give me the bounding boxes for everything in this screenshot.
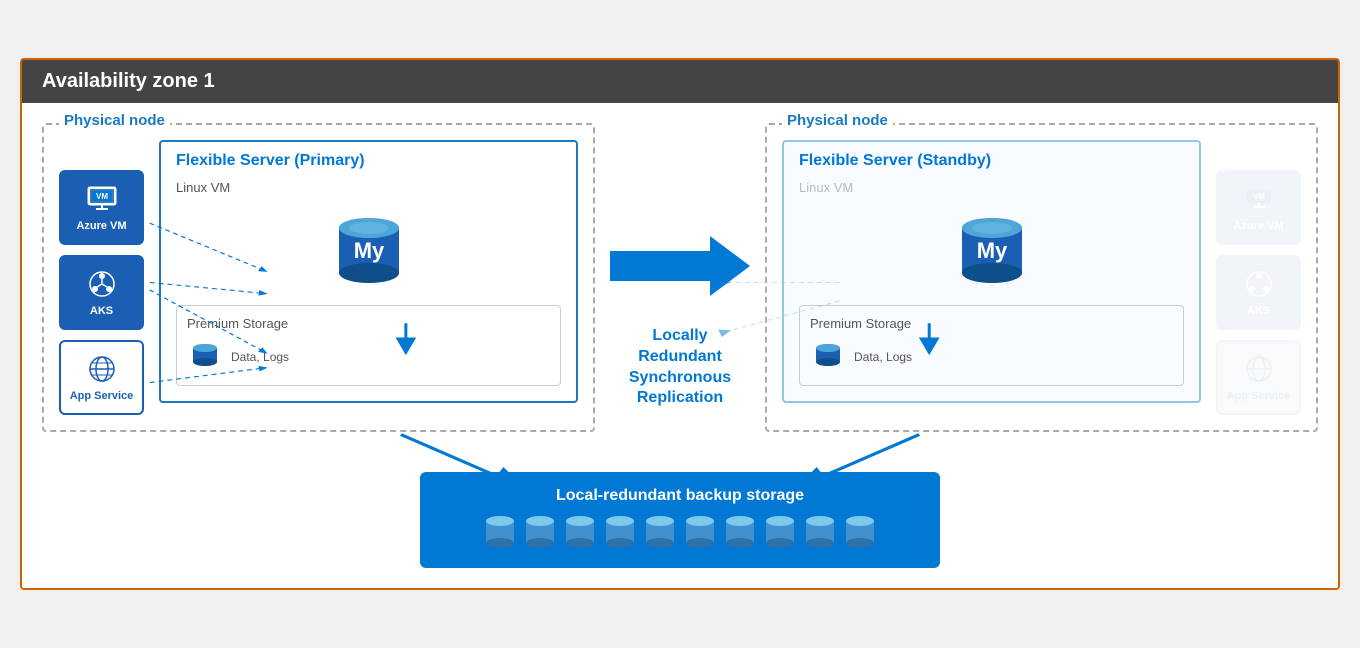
aks-icon xyxy=(86,268,118,300)
aks-icon-box: AKS xyxy=(59,255,144,330)
backup-drums-svg xyxy=(480,513,880,553)
right-physical-node-label: Physical node xyxy=(782,112,893,129)
primary-premium-storage-label: Premium Storage xyxy=(187,316,550,331)
azure-vm-icon-box: VM Azure VM xyxy=(59,170,144,245)
replication-arrows xyxy=(610,206,750,326)
standby-premium-storage: Premium Storage Data, Logs xyxy=(799,305,1184,386)
svg-text:My: My xyxy=(976,238,1007,263)
standby-linux-vm-label: Linux VM xyxy=(799,180,1184,195)
primary-storage-icon xyxy=(187,339,223,375)
app-service-label: App Service xyxy=(70,390,134,402)
standby-highlight: Standby xyxy=(923,152,986,169)
svg-text:VM: VM xyxy=(96,192,108,201)
content-layer: Physical node xyxy=(42,123,1318,568)
standby-server-title: Flexible Server (Standby) xyxy=(799,152,1184,170)
standby-storage-icon xyxy=(810,339,846,375)
right-aks-icon-box: AKS xyxy=(1216,255,1301,330)
left-clients-column: VM Azure VM xyxy=(59,170,144,415)
standby-mysql-icon: My xyxy=(947,203,1037,293)
right-clients-column: VM Azure VM xyxy=(1216,170,1301,415)
backup-box: Local-redundant backup storage xyxy=(420,472,940,568)
backup-section: Local-redundant backup storage xyxy=(42,472,1318,568)
azure-vm-icon: VM xyxy=(86,183,118,215)
right-app-service-icon-box: App Service xyxy=(1216,340,1301,415)
primary-mysql-container: My xyxy=(176,203,561,293)
diagram-wrapper: Availability zone 1 Physical node xyxy=(20,58,1340,590)
backup-icons xyxy=(480,513,880,553)
right-aks-icon xyxy=(1243,268,1275,300)
right-node-inner: Flexible Server (Standby) Linux VM xyxy=(782,140,1301,415)
diagram-header: Availability zone 1 xyxy=(22,60,1338,103)
full-layout: Physical node xyxy=(42,123,1318,568)
right-flex-server-box: Flexible Server (Standby) Linux VM xyxy=(782,140,1201,403)
primary-data-logs-label: Data, Logs xyxy=(231,350,289,364)
diagram-body: Physical node xyxy=(22,103,1338,588)
primary-mysql-icon: My xyxy=(324,203,414,293)
svg-text:My: My xyxy=(353,238,384,263)
availability-zone-title: Availability zone 1 xyxy=(42,70,215,92)
backup-label: Local-redundant backup storage xyxy=(480,487,880,505)
aks-label: AKS xyxy=(90,305,113,317)
primary-highlight: Primary xyxy=(300,152,360,169)
primary-storage-row: Data, Logs xyxy=(187,339,550,375)
azure-vm-label: Azure VM xyxy=(76,220,126,232)
right-azure-vm-icon-box: VM Azure VM xyxy=(1216,170,1301,245)
right-aks-label: AKS xyxy=(1247,305,1270,317)
right-azure-vm-label: Azure VM xyxy=(1233,220,1283,232)
left-physical-node: Physical node xyxy=(42,123,595,432)
primary-premium-storage: Premium Storage Data, Logs xyxy=(176,305,561,386)
standby-premium-storage-label: Premium Storage xyxy=(810,316,1173,331)
left-physical-node-label: Physical node xyxy=(59,112,170,129)
left-flex-server-box: Flexible Server (Primary) Linux VM xyxy=(159,140,578,403)
app-service-icon-box: App Service xyxy=(59,340,144,415)
right-physical-node: Physical node Flexible Server (Standby) … xyxy=(765,123,1318,432)
app-service-icon xyxy=(86,353,118,385)
primary-linux-vm-label: Linux VM xyxy=(176,180,561,195)
replication-section: Locally Redundant Synchronous Replicatio… xyxy=(610,183,750,432)
right-app-service-label: App Service xyxy=(1227,390,1291,402)
left-node-inner: VM Azure VM xyxy=(59,140,578,415)
right-app-service-icon xyxy=(1243,353,1275,385)
standby-mysql-container: My xyxy=(799,203,1184,293)
primary-server-title: Flexible Server (Primary) xyxy=(176,152,561,170)
replication-text: Locally Redundant Synchronous Replicatio… xyxy=(629,326,731,409)
top-row: Physical node xyxy=(42,123,1318,432)
standby-data-logs-label: Data, Logs xyxy=(854,350,912,364)
standby-storage-row: Data, Logs xyxy=(810,339,1173,375)
svg-text:VM: VM xyxy=(1253,192,1265,201)
right-azure-vm-icon: VM xyxy=(1243,183,1275,215)
